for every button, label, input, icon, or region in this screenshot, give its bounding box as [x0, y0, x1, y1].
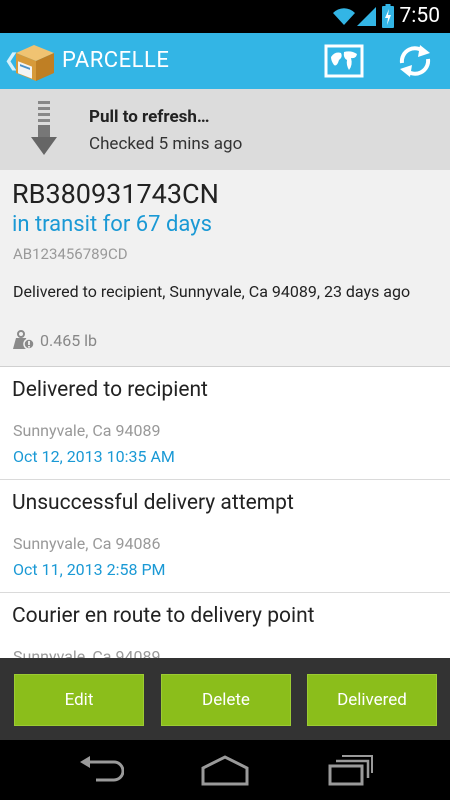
pull-to-refresh-header[interactable]: Pull to refresh… Checked 5 mins ago	[0, 89, 450, 170]
event-location: Sunnyvale, Ca 94089	[13, 647, 161, 658]
app-title: PARCELLE	[62, 48, 170, 73]
system-navigation-bar	[0, 740, 450, 800]
parcel-summary: RB380931743CN in transit for 67 days AB1…	[0, 170, 450, 367]
event-location: Sunnyvale, Ca 94086	[13, 534, 161, 553]
edit-button[interactable]: Edit	[14, 674, 144, 726]
list-item[interactable]: Courier en route to delivery point Sunny…	[0, 593, 450, 658]
tracking-number: RB380931743CN	[12, 178, 219, 210]
status-bar: 7:50	[0, 0, 450, 33]
event-title: Unsuccessful delivery attempt	[12, 491, 294, 515]
map-icon[interactable]	[323, 43, 365, 79]
list-item[interactable]: Unsuccessful delivery attempt Sunnyvale,…	[0, 480, 450, 593]
back-icon[interactable]	[76, 754, 124, 786]
secondary-tracking-number: AB123456789CD	[13, 245, 128, 263]
transit-status: in transit for 67 days	[12, 212, 212, 237]
home-icon[interactable]	[200, 754, 250, 786]
event-location: Sunnyvale, Ca 94089	[13, 421, 161, 440]
refresh-icon[interactable]	[393, 41, 437, 81]
parcel-box-icon[interactable]	[12, 41, 58, 83]
event-date: Oct 12, 2013 10:35 AM	[13, 447, 175, 466]
battery-charging-icon	[382, 4, 394, 28]
clock: 7:50	[399, 4, 441, 28]
weight-icon	[13, 330, 35, 350]
event-title: Delivered to recipient	[12, 378, 208, 402]
bottom-action-bar: Edit Delete Delivered	[0, 658, 450, 740]
latest-status: Delivered to recipient, Sunnyvale, Ca 94…	[13, 282, 411, 301]
list-item[interactable]: Delivered to recipient Sunnyvale, Ca 940…	[0, 367, 450, 480]
recent-apps-icon[interactable]	[328, 754, 374, 786]
delivered-button[interactable]: Delivered	[307, 674, 437, 726]
last-checked-text: Checked 5 mins ago	[89, 134, 243, 154]
pull-to-refresh-title: Pull to refresh…	[89, 107, 210, 127]
event-date: Oct 11, 2013 2:58 PM	[13, 560, 166, 579]
event-title: Courier en route to delivery point	[12, 604, 315, 628]
action-bar: ❮ PARCELLE	[0, 33, 450, 89]
wifi-icon	[333, 8, 355, 25]
delete-button[interactable]: Delete	[161, 674, 291, 726]
pull-down-arrow-icon	[31, 101, 57, 155]
parcel-detail[interactable]: Pull to refresh… Checked 5 mins ago RB38…	[0, 89, 450, 658]
parcel-weight: 0.465 lb	[40, 331, 98, 350]
signal-icon	[357, 7, 376, 26]
